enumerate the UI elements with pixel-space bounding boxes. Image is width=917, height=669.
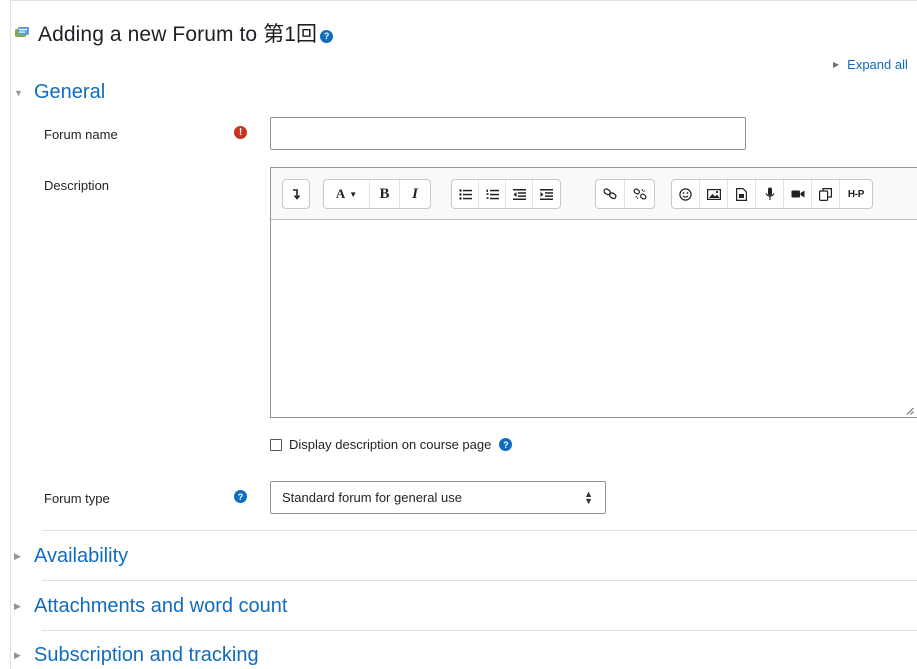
caret-right-icon: ▶ [14, 551, 21, 561]
outdent-icon [512, 188, 526, 200]
unlink-button[interactable] [625, 180, 654, 208]
page-title: Adding a new Forum to 第1回 [38, 23, 318, 46]
section-general-label: General [34, 81, 106, 103]
link-icon [603, 188, 617, 200]
italic-button[interactable]: I [400, 180, 430, 208]
toolbar-group-links [595, 179, 655, 209]
section-divider [42, 580, 917, 581]
dropdown-arrow-icon: ▼ [349, 189, 358, 199]
forum-type-label: Forum type [44, 491, 110, 506]
microphone-icon [765, 187, 774, 200]
section-general-toggle[interactable]: ▼ General [14, 81, 105, 104]
paragraph-styles-button[interactable]: A ▼ [324, 180, 370, 208]
unordered-list-button[interactable] [452, 180, 479, 208]
caret-right-icon: ▶ [833, 60, 840, 69]
page-help-icon[interactable]: ? [320, 29, 334, 43]
toolbar-group-text: A ▼ B I [323, 179, 431, 209]
toolbar-group-collapse [282, 179, 310, 209]
section-availability-label: Availability [34, 545, 129, 567]
section-subscription-toggle[interactable]: ▶ Subscription and tracking [14, 644, 259, 667]
display-description-option[interactable]: Display description on course page ? [270, 437, 513, 452]
display-description-checkbox[interactable] [270, 438, 282, 451]
forum-name-label: Forum name [44, 127, 118, 142]
copy-files-icon [819, 187, 832, 201]
collapse-icon [293, 189, 301, 200]
caret-down-icon: ▼ [14, 87, 23, 98]
media-file-icon [736, 187, 747, 201]
styles-label: A [335, 186, 346, 201]
video-camera-icon [791, 190, 804, 198]
forum-icon [15, 27, 29, 37]
bold-button[interactable]: B [370, 180, 400, 208]
section-availability-toggle[interactable]: ▶ Availability [14, 545, 128, 568]
toolbar-group-media: H-P [671, 179, 873, 209]
emoji-button[interactable] [672, 180, 700, 208]
image-icon [706, 188, 721, 200]
section-attachments-label: Attachments and word count [34, 595, 288, 617]
required-icon: ! [234, 126, 247, 139]
forum-type-select[interactable]: Standard forum for general use ▲ ▼ [270, 481, 606, 514]
link-button[interactable] [596, 180, 625, 208]
indent-button[interactable] [533, 180, 560, 208]
display-description-help-icon[interactable]: ? [499, 438, 513, 451]
h5p-button[interactable]: H-P [840, 180, 872, 208]
toolbar-group-lists [451, 179, 561, 209]
page-header: Adding a new Forum to 第1回 ? [14, 18, 334, 48]
record-audio-button[interactable] [756, 180, 784, 208]
forum-type-value: Standard forum for general use [282, 490, 462, 505]
display-description-label: Display description on course page [289, 437, 492, 452]
collapse-toolbar-button[interactable] [283, 180, 309, 208]
caret-right-icon: ▶ [14, 650, 21, 660]
ordered-list-icon [486, 189, 499, 199]
section-divider [42, 630, 917, 631]
image-button[interactable] [700, 180, 728, 208]
section-subscription-label: Subscription and tracking [34, 644, 259, 666]
forum-type-help-icon[interactable]: ? [234, 490, 247, 503]
smiley-icon [679, 187, 692, 201]
outdent-button[interactable] [506, 180, 533, 208]
description-textarea[interactable] [271, 220, 917, 417]
expand-all-link[interactable]: ▶ Expand all [833, 57, 908, 72]
description-label: Description [44, 178, 110, 193]
editor-toolbar: A ▼ B I H-P [271, 168, 917, 220]
section-divider [42, 530, 917, 531]
unlink-icon [633, 188, 646, 200]
select-arrows-icon: ▲ ▼ [584, 488, 593, 506]
ordered-list-button[interactable] [479, 180, 506, 208]
record-video-button[interactable] [784, 180, 812, 208]
unordered-list-icon [458, 188, 472, 200]
description-editor: A ▼ B I H-P [270, 167, 917, 418]
media-button[interactable] [728, 180, 756, 208]
indent-icon [540, 188, 553, 200]
expand-all-label: Expand all [847, 57, 908, 72]
manage-files-button[interactable] [812, 180, 840, 208]
caret-right-icon: ▶ [14, 601, 21, 611]
section-attachments-toggle[interactable]: ▶ Attachments and word count [14, 595, 287, 618]
resize-handle-icon[interactable] [906, 407, 914, 415]
forum-name-input[interactable] [270, 117, 746, 150]
